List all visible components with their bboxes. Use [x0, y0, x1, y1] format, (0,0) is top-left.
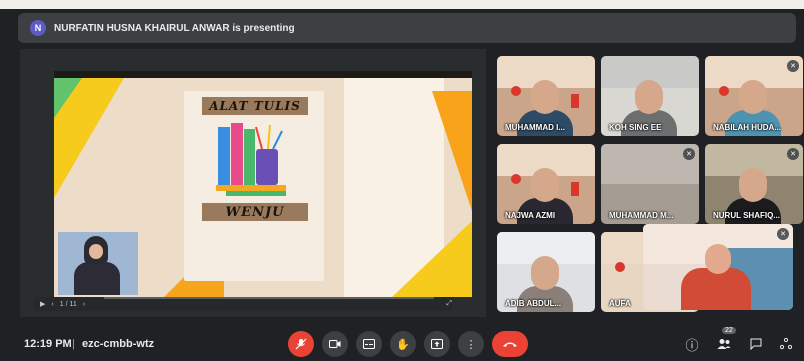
stationery-illustration — [216, 123, 286, 196]
participant-name: KOH SING EE — [609, 123, 662, 132]
people-icon — [717, 339, 731, 349]
participant-face — [531, 168, 559, 202]
participant-face — [739, 168, 767, 202]
info-icon: ⓘ — [685, 337, 699, 353]
fullscreen-icon[interactable]: ⤢ — [446, 300, 452, 308]
participant-tile[interactable]: NAJWA AZMI — [497, 144, 595, 224]
slide-controls: ▶ ‹ 1 / 11 › ⤢ — [34, 297, 452, 311]
activities-button[interactable] — [776, 334, 796, 354]
more-vert-icon: ⋮ — [465, 338, 477, 351]
hand-icon: ✋ — [396, 338, 410, 351]
people-count-badge: 22 — [722, 327, 736, 334]
phone-hangup-icon — [503, 342, 517, 347]
participant-tile-featured[interactable]: ✕ — [643, 224, 793, 310]
participant-face — [531, 80, 559, 114]
play-icon[interactable]: ▶ — [40, 300, 45, 308]
meeting-code: ezc-cmbb-wtz — [82, 338, 155, 350]
browser-edge — [0, 0, 804, 9]
participant-face — [635, 80, 663, 114]
presentation-stage: ALAT TULIS WENJU — [20, 49, 486, 317]
participant-name: ADIB ABDUL... — [505, 299, 562, 308]
raise-hand-button[interactable]: ✋ — [390, 331, 416, 357]
participant-tile[interactable]: ✕ MUHAMMAD M... — [601, 144, 699, 224]
tile-deco — [571, 94, 579, 108]
mic-toggle-button[interactable] — [288, 331, 314, 357]
presenter-body — [74, 262, 120, 295]
participant-face — [739, 80, 767, 114]
meeting-time: 12:19 PM — [24, 338, 72, 350]
participant-tile[interactable]: MUHAMMAD I... — [497, 56, 595, 136]
mic-off-icon: ✕ — [683, 148, 695, 160]
mic-off-icon — [295, 338, 307, 350]
slide-title-bottom: WENJU — [202, 203, 308, 221]
presenter-self-video — [58, 232, 138, 295]
page-indicator: 1 / 11 — [59, 300, 77, 308]
leave-call-button[interactable] — [492, 331, 528, 357]
participant-name: NABILAH HUDA... — [713, 123, 781, 132]
tile-deco — [719, 86, 729, 96]
slide-deco-orange — [432, 91, 472, 211]
chat-icon — [750, 338, 762, 350]
tile-deco — [615, 262, 625, 272]
participant-tile[interactable]: ✕ NURUL SHAFIQ... — [705, 144, 803, 224]
slide-deco-green — [54, 78, 82, 118]
participant-tile[interactable]: ✕ NABILAH HUDA... — [705, 56, 803, 136]
present-icon — [431, 339, 443, 349]
participant-face — [705, 244, 731, 274]
captions-button[interactable] — [356, 331, 382, 357]
slide-deco-yellow-bottom — [392, 221, 472, 297]
present-button[interactable] — [424, 331, 450, 357]
participant-face — [531, 256, 559, 290]
mic-off-icon: ✕ — [787, 60, 799, 72]
presenting-banner: N NURFATIN HUSNA KHAIRUL ANWAR is presen… — [18, 13, 796, 43]
participant-name: NAJWA AZMI — [505, 211, 556, 220]
participant-body — [681, 268, 751, 310]
activities-icon — [780, 338, 792, 350]
participant-name: MUHAMMAD M... — [609, 211, 674, 220]
mic-off-icon: ✕ — [787, 148, 799, 160]
more-options-button[interactable]: ⋮ — [458, 331, 484, 357]
camera-icon — [329, 340, 341, 348]
next-icon[interactable]: › — [83, 301, 85, 308]
slide-card: ALAT TULIS WENJU — [184, 91, 324, 281]
participant-tile[interactable]: ADIB ABDUL... — [497, 232, 595, 312]
meeting-info-button[interactable]: ⓘ — [682, 334, 702, 354]
slide-title-top: ALAT TULIS — [202, 97, 308, 115]
people-button[interactable] — [714, 334, 734, 354]
participant-name: MUHAMMAD I... — [505, 123, 565, 132]
slide-progress[interactable] — [104, 297, 434, 299]
slide-top-strip — [54, 71, 472, 78]
tile-deco — [511, 86, 521, 96]
presenter-face — [89, 244, 103, 259]
participant-name: NURUL SHAFIQ... — [713, 211, 780, 220]
participant-name: AUFA — [609, 299, 631, 308]
presenter-avatar: N — [30, 20, 46, 36]
chat-button[interactable] — [746, 334, 766, 354]
presenting-text: NURFATIN HUSNA KHAIRUL ANWAR is presenti… — [54, 22, 295, 34]
participant-tile[interactable]: KOH SING EE — [601, 56, 699, 136]
mic-off-icon: ✕ — [777, 228, 789, 240]
prev-icon[interactable]: ‹ — [51, 301, 53, 308]
participant-grid: MUHAMMAD I... KOH SING EE ✕ NABILAH HUDA… — [497, 56, 803, 314]
tile-deco — [571, 182, 579, 196]
meeting-separator: | — [72, 338, 75, 350]
captions-icon — [363, 339, 375, 349]
camera-toggle-button[interactable] — [322, 331, 348, 357]
tile-deco — [511, 174, 521, 184]
